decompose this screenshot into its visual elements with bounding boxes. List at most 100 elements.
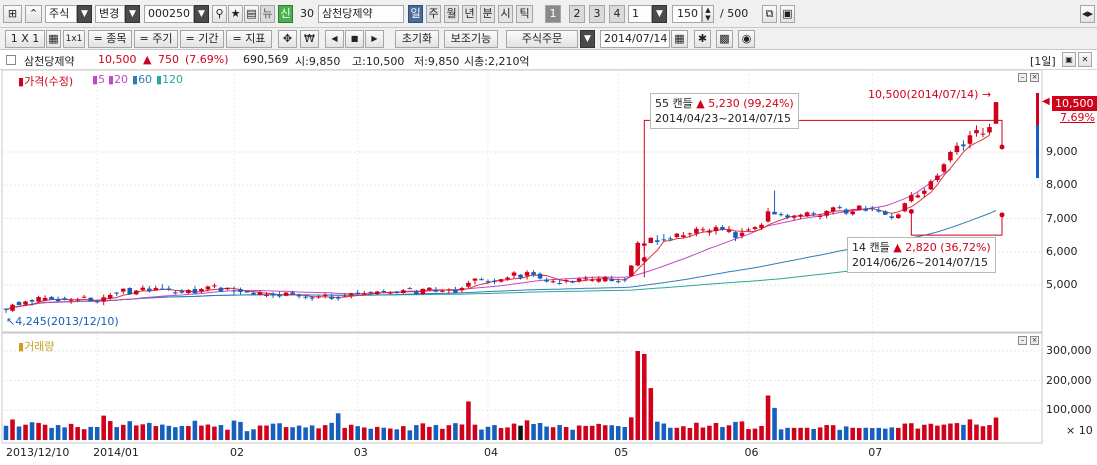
volume-bar [296,425,302,440]
scroll-left-icon[interactable]: ◀ [325,30,344,48]
code-dropdown-icon[interactable]: ▼ [194,5,209,23]
chart-config-icon[interactable]: ▩ [716,30,733,48]
layout-button[interactable]: 1 X 1 [5,30,45,48]
volume-bar [244,431,250,440]
volume-bar [642,353,647,440]
change-dropdown-icon[interactable]: ▼ [125,5,140,23]
close-window-icon[interactable]: ✕ [1078,52,1092,67]
date-tick-label: 04 [483,446,498,459]
calendar-icon[interactable]: ▦ [671,30,688,48]
layout-1x1-button[interactable]: 1x1 [63,30,85,48]
volume-bar [16,426,22,440]
export-icon[interactable]: ◉ [738,30,755,48]
info-change-pct: (7.69%) [185,53,229,66]
candle-body [974,130,979,134]
price-panel-close-icon[interactable]: × [1030,73,1039,82]
num-select[interactable]: 1 [628,5,652,23]
candle-body [114,292,120,294]
candle-body [218,287,224,292]
candle-body [212,285,217,287]
scroll-right-icon[interactable]: ▶ [365,30,384,48]
new-window-icon[interactable]: ⧉ [762,5,777,23]
change-select[interactable]: 변경 [95,5,125,23]
volume-bar [205,424,211,440]
stop-icon[interactable]: ■ [345,30,364,48]
volume-bar [322,425,328,440]
new-listing-button[interactable]: 뉴 [260,5,275,23]
stock-name-field[interactable]: 삼천당제약 [318,5,404,23]
volume-bar [681,426,686,440]
market-select[interactable]: 주식 [45,5,77,23]
candle-body [179,291,185,293]
aux-function-button[interactable]: 보조기능 [444,30,498,48]
range-line-14 [910,211,1003,236]
star-icon[interactable]: ★ [228,5,243,23]
price-panel-minimize-icon[interactable]: – [1018,73,1027,82]
candle-body [804,212,810,217]
won-button[interactable]: ₩ [300,30,319,48]
order-dropdown-icon[interactable]: ▼ [580,30,595,48]
volume-panel-minimize-icon[interactable]: – [1018,336,1027,345]
range-spinner-icon[interactable]: ▲ ▼ [702,5,714,23]
candle-body [550,281,556,283]
candle-body [681,235,686,238]
period-week-tab[interactable]: 주 [426,5,441,23]
low-price-annotation: ↖4,245(2013/12/10) [6,315,119,328]
candle-body [420,288,426,295]
stock-order-button[interactable]: 주식주문 [506,30,578,48]
volume-bar [433,425,439,440]
volume-bar [668,427,673,440]
crosshair-icon[interactable]: ✥ [278,30,297,48]
period-tick-tab[interactable]: 틱 [516,5,533,23]
candle-body [700,229,706,231]
item-button[interactable]: = 종목 [88,30,132,48]
period-hour-tab[interactable]: 시 [498,5,513,23]
volume-bar [114,427,120,440]
reset-button[interactable]: 초기화 [395,30,439,48]
period-minute-tab[interactable]: 분 [480,5,495,23]
period-day-tab[interactable]: 일 [408,5,423,23]
window-menu-icon[interactable]: ⊞ [3,5,22,23]
indicator-button[interactable]: = 지표 [226,30,272,48]
candle-body [922,190,927,194]
candle-body [531,272,536,275]
date-input[interactable]: 2014/07/14 [600,30,670,48]
search-icon[interactable]: ⚲ [212,5,227,23]
collapse-icon[interactable]: ⌃ [25,5,42,23]
volume-bar [101,415,106,440]
volume-bar [257,425,263,440]
volume-bar [961,424,966,440]
market-dropdown-icon[interactable]: ▼ [77,5,92,23]
save-icon[interactable]: ▣ [780,5,795,23]
num-tab-1[interactable]: 1 [545,5,561,23]
candle-body [987,127,992,133]
num-tab-4[interactable]: 4 [609,5,625,23]
candle-body [733,232,738,238]
credit-badge[interactable]: 신 [278,5,293,23]
volume-bar [713,423,719,440]
info-change: 750 [158,53,179,66]
volume-bar [772,407,777,440]
stock-code-input[interactable]: 000250 [144,5,194,23]
history-icon[interactable]: ▤ [244,5,259,23]
candle-body [635,242,641,266]
candle-body [746,229,751,231]
restore-window-icon[interactable]: ▣ [1062,52,1076,67]
volume-bar [147,422,152,440]
settings-icon[interactable]: ✱ [694,30,711,48]
cycle-button[interactable]: = 주기 [134,30,178,48]
num-tab-2[interactable]: 2 [569,5,585,23]
expand-panel-icon[interactable]: ◂▸ [1080,5,1095,23]
period-month-tab[interactable]: 월 [444,5,459,23]
select-checkbox[interactable] [6,55,16,65]
candle-body [251,292,256,295]
period-year-tab[interactable]: 년 [462,5,477,23]
range-input[interactable]: 150 [672,5,702,23]
num-dropdown-icon[interactable]: ▼ [652,5,667,23]
period-button[interactable]: = 기간 [180,30,224,48]
info-change-arrow: ▲ [143,53,152,66]
volume-bar [557,425,562,440]
num-tab-3[interactable]: 3 [589,5,605,23]
volume-panel-close-icon[interactable]: × [1030,336,1039,345]
grid-icon[interactable]: ▦ [46,30,61,48]
